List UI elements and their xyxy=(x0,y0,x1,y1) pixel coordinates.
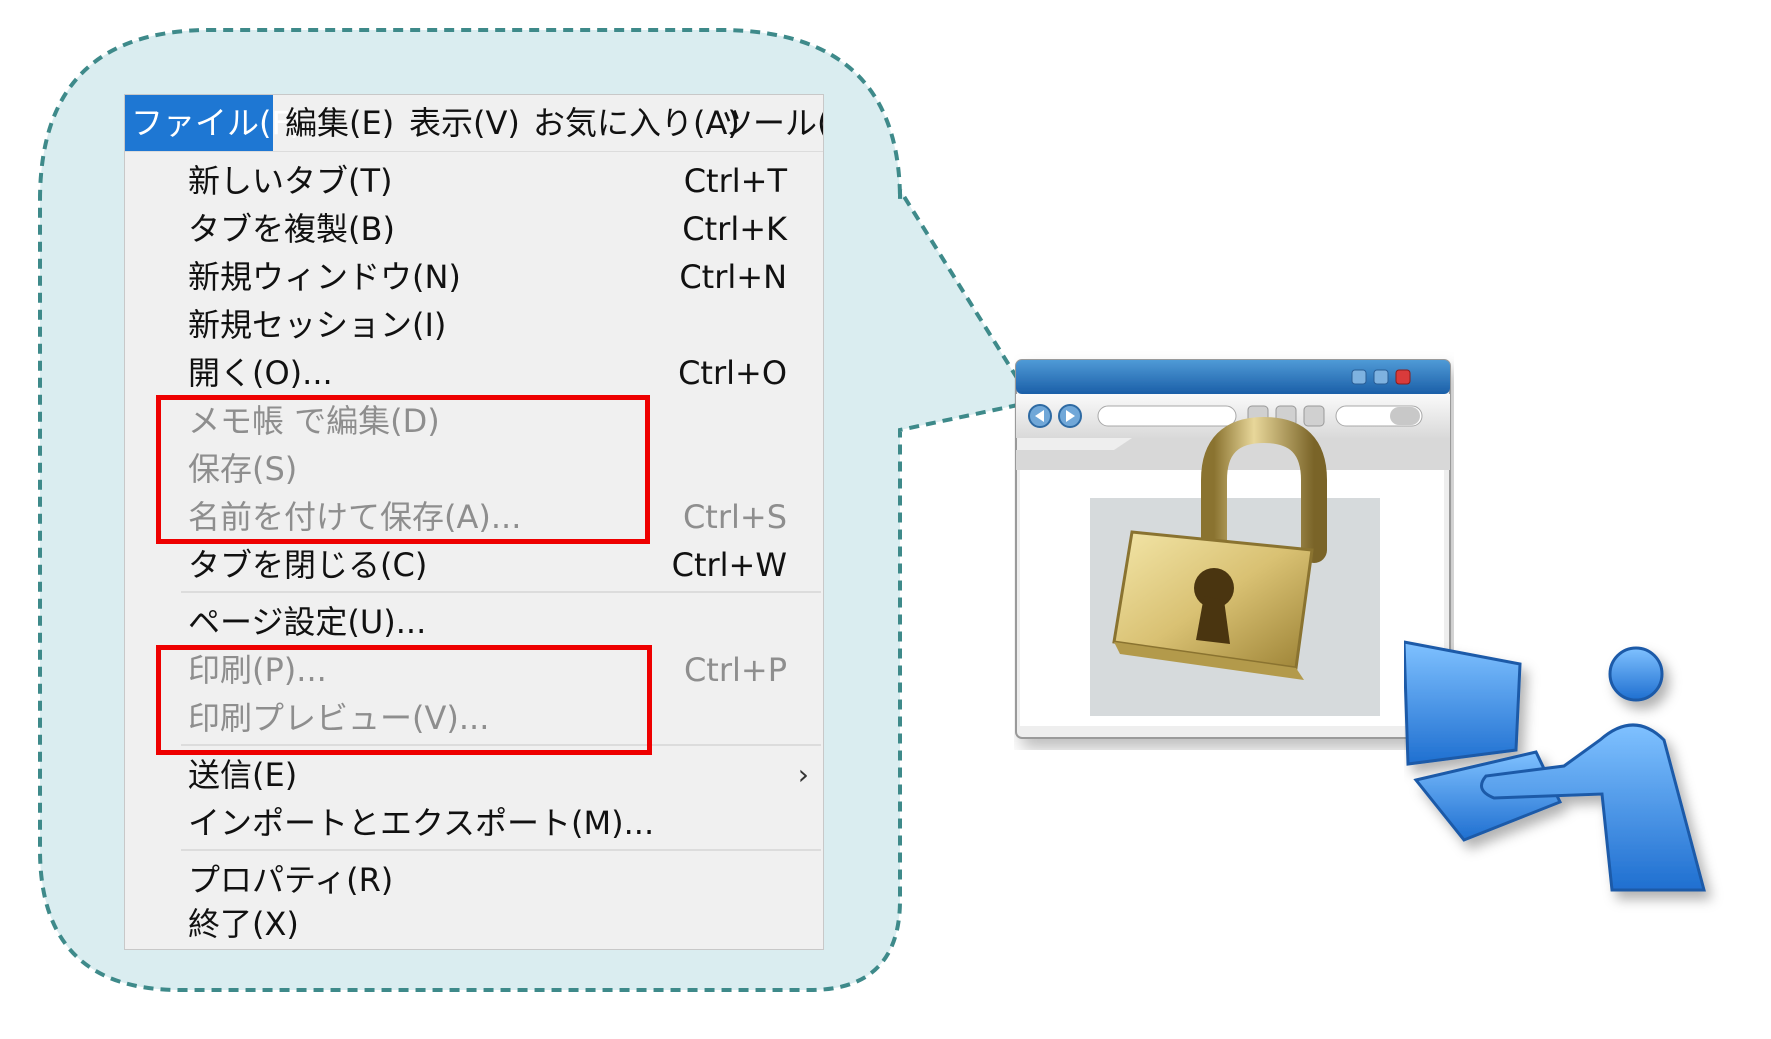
menu-item-duplicate-tab[interactable]: タブを複製(B) Ctrl+K xyxy=(125,205,823,253)
computer-user-icon xyxy=(1404,640,1706,892)
menu-item-send[interactable]: 送信(E) › xyxy=(125,751,823,799)
menu-item-close-tab[interactable]: タブを閉じる(C) Ctrl+W xyxy=(125,541,823,589)
highlight-box-save-group xyxy=(156,395,650,544)
highlight-box-print-group xyxy=(156,645,652,755)
menu-item-exit[interactable]: 終了(X) xyxy=(125,900,823,948)
menu-item-properties[interactable]: プロパティ(R) xyxy=(125,856,823,904)
chevron-right-icon: › xyxy=(797,758,809,791)
menu-view[interactable]: 表示(V) xyxy=(403,95,526,151)
menu-separator xyxy=(181,849,821,851)
menu-item-open[interactable]: 開く(O)... Ctrl+O xyxy=(125,349,823,397)
menu-item-new-window[interactable]: 新規ウィンドウ(N) Ctrl+N xyxy=(125,253,823,301)
menu-tools[interactable]: ツール(T) xyxy=(715,95,823,151)
browser-window-icon xyxy=(1015,359,1451,739)
menu-edit[interactable]: 編集(E) xyxy=(279,95,400,151)
menu-item-import-export[interactable]: インポートとエクスポート(M)... xyxy=(125,799,823,847)
menu-bar: ファイル(F) 編集(E) 表示(V) お気に入り(A) ツール(T) xyxy=(125,95,823,152)
menu-favorites[interactable]: お気に入り(A) xyxy=(527,95,746,151)
menu-item-new-session[interactable]: 新規セッション(I) xyxy=(125,301,823,349)
menu-separator xyxy=(181,591,821,593)
menu-item-new-tab[interactable]: 新しいタブ(T) Ctrl+T xyxy=(125,157,823,205)
menu-file[interactable]: ファイル(F) xyxy=(125,95,302,151)
menu-item-page-setup[interactable]: ページ設定(U)... xyxy=(125,598,823,646)
